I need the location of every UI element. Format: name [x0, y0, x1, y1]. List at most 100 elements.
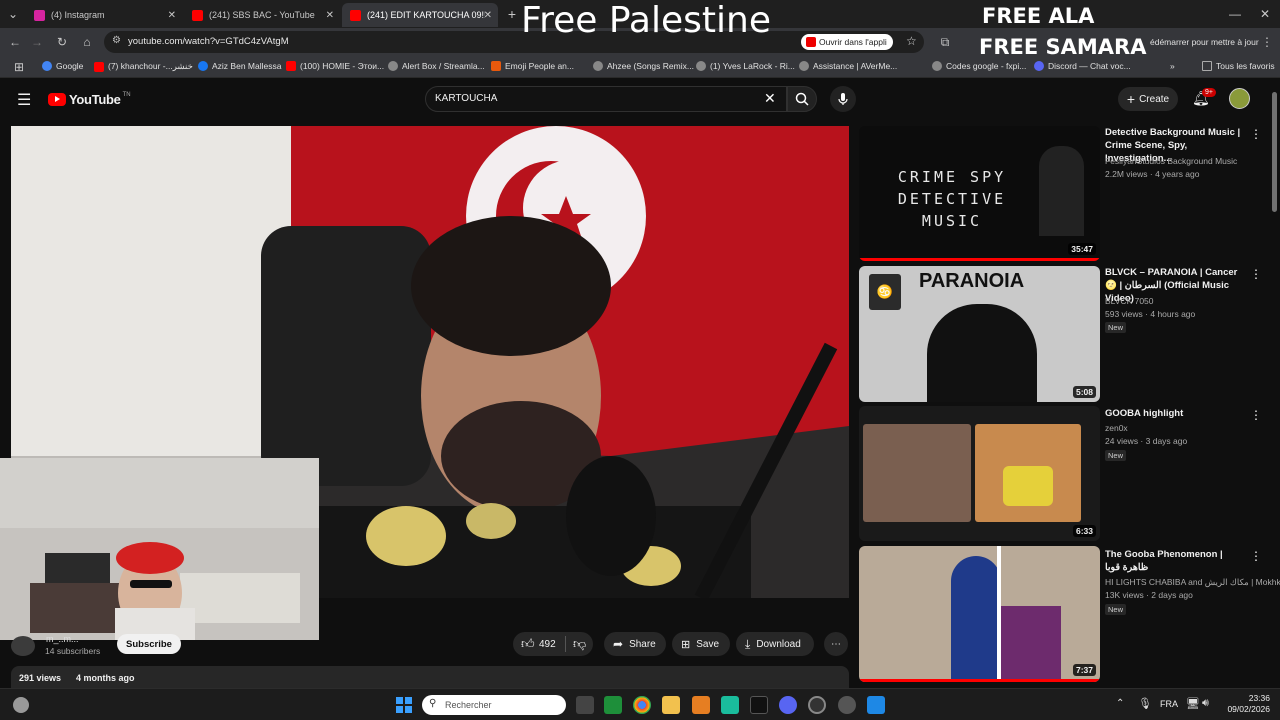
taskbar-search-input[interactable]: ⚲ Rechercher: [422, 695, 566, 715]
create-button[interactable]: + Create: [1118, 87, 1178, 111]
discord-icon: [1034, 61, 1044, 71]
more-options-icon[interactable]: ⋮: [1250, 267, 1262, 281]
voice-search-button[interactable]: [830, 86, 856, 112]
notification-badge: 9+: [1202, 88, 1216, 97]
capcut-icon[interactable]: [750, 696, 768, 714]
recommendation-channel[interactable]: zen0x: [1105, 423, 1128, 433]
recommendation-channel[interactable]: FesliyanStudios Background Music: [1105, 156, 1237, 166]
new-tab-icon[interactable]: +: [503, 5, 521, 23]
search-input[interactable]: KARTOUCHA ✕: [425, 86, 787, 112]
tab-sbs-bac[interactable]: (241) SBS BAC - YouTube ✕: [184, 3, 340, 27]
tab-search-icon[interactable]: ⌄: [4, 5, 22, 23]
windows-start-icon[interactable]: [396, 697, 412, 713]
app-icon[interactable]: [721, 696, 739, 714]
clock-date: 09/02/2026: [1227, 704, 1270, 714]
task-view-icon[interactable]: [576, 696, 594, 714]
bookmark-homie[interactable]: (100) HOMIE - Этои...: [286, 61, 384, 71]
recommendation-title[interactable]: The Gooba Phenomenon | ظاهرة قوبا: [1105, 548, 1245, 574]
bookmark-assistance[interactable]: Assistance | AVerMe...: [799, 61, 897, 71]
back-icon[interactable]: ←: [6, 33, 24, 51]
thumbnail[interactable]: ♋ PARANOIA 5:08: [859, 266, 1100, 402]
bookmark-aziz[interactable]: Aziz Ben Mallessa: [198, 61, 281, 71]
chrome-icon[interactable]: [633, 696, 651, 714]
widgets-icon[interactable]: [13, 697, 29, 713]
thumbnail[interactable]: 6:33: [859, 406, 1100, 541]
more-actions-button[interactable]: ⋯: [824, 632, 848, 656]
close-tab-icon[interactable]: ✕: [484, 10, 492, 21]
share-button[interactable]: ➦ Share: [604, 632, 666, 656]
address-bar[interactable]: ⚙ youtube.com/watch?v=GTdC4zVAtgM Ouvrir…: [104, 31, 924, 53]
reload-icon[interactable]: ↻: [53, 33, 71, 51]
recommendation-1[interactable]: CRIME SPY DETECTIVE MUSIC 35:47: [859, 126, 1100, 261]
thumbnail-figure: [951, 556, 1001, 682]
language-indicator[interactable]: FRA: [1160, 699, 1178, 709]
home-icon[interactable]: ⌂: [78, 33, 96, 51]
bookmark-yves[interactable]: (1) Yves LaRock - Ri...: [696, 61, 795, 71]
subscribe-button[interactable]: Subscribe: [117, 634, 181, 654]
file-explorer-icon[interactable]: [662, 696, 680, 714]
upload-age: 4 months ago: [76, 673, 135, 683]
youtube-logo[interactable]: YouTube TN: [48, 92, 131, 107]
recommendation-title[interactable]: GOOBA highlight: [1105, 407, 1245, 420]
more-options-icon[interactable]: ⋮: [1250, 408, 1262, 422]
network-icon[interactable]: 🖥︎: [1186, 697, 1200, 710]
recommendation-3[interactable]: 6:33: [859, 406, 1100, 541]
hamburger-menu-icon[interactable]: ☰: [17, 90, 31, 110]
clear-search-icon[interactable]: ✕: [764, 90, 776, 107]
recommendation-4[interactable]: 7:37: [859, 546, 1100, 682]
obs-icon[interactable]: [808, 696, 826, 714]
thumbnail[interactable]: 7:37: [859, 546, 1100, 682]
close-tab-icon[interactable]: ✕: [326, 10, 334, 21]
bookmark-google[interactable]: Google: [42, 61, 83, 71]
page-scrollbar[interactable]: [1272, 92, 1277, 212]
bookmark-all-favorites[interactable]: Tous les favoris: [1202, 61, 1275, 71]
chrome-menu-icon[interactable]: ⋮: [1258, 33, 1276, 51]
bookmark-emoji[interactable]: Emoji People an...: [491, 61, 574, 71]
site-info-icon[interactable]: ⚙: [112, 35, 121, 46]
forward-icon[interactable]: →: [28, 33, 46, 51]
bookmark-discord[interactable]: Discord — Chat voc...: [1034, 61, 1131, 71]
channel-avatar[interactable]: [11, 636, 35, 656]
bookmark-ahzee[interactable]: Ahzee (Songs Remix...: [593, 61, 694, 71]
update-chrome-text[interactable]: édémarrer pour mettre à jour: [1150, 37, 1259, 47]
channel-name[interactable]: m_..m...: [46, 634, 79, 644]
tab-instagram[interactable]: (4) Instagram ✕: [26, 3, 182, 27]
more-options-icon[interactable]: ⋮: [1250, 127, 1262, 141]
microphone-icon[interactable]: 🎙︎: [1138, 697, 1152, 710]
like-icon[interactable]: 👍︎: [521, 636, 535, 652]
discord-icon[interactable]: [779, 696, 797, 714]
download-button[interactable]: ⤓ Download: [736, 632, 814, 656]
more-options-icon[interactable]: ⋮: [1250, 549, 1262, 563]
system-tray-chevron-icon[interactable]: ⌃: [1116, 698, 1124, 709]
extensions-icon[interactable]: ⧉: [936, 33, 954, 51]
dislike-icon[interactable]: 👎︎: [573, 636, 586, 652]
settings-icon[interactable]: [838, 696, 856, 714]
thumbnail[interactable]: CRIME SPY DETECTIVE MUSIC 35:47: [859, 126, 1100, 261]
apps-grid-icon[interactable]: ⊞: [10, 58, 28, 76]
save-button[interactable]: ⊞ Save: [672, 632, 730, 656]
bookmark-alert-box[interactable]: Alert Box / Streamla...: [388, 61, 485, 71]
avatar[interactable]: [1229, 88, 1250, 109]
search-button[interactable]: [787, 86, 817, 112]
more-bookmarks-icon[interactable]: »: [1170, 61, 1175, 71]
recommendation-meta: 13K views · 2 days ago: [1105, 590, 1193, 600]
bookmark-codes[interactable]: Codes google - fxpi...: [932, 61, 1026, 71]
clock[interactable]: 23:36 09/02/2026: [1224, 693, 1270, 715]
bookmark-star-icon[interactable]: ☆: [906, 34, 917, 48]
open-in-app-button[interactable]: Ouvrir dans l'appli: [801, 34, 893, 50]
app-icon[interactable]: [692, 696, 710, 714]
like-count[interactable]: 492: [539, 639, 556, 650]
recommendation-channel[interactable]: BLVCK 7050: [1105, 296, 1154, 306]
bookmark-khanchour[interactable]: (7) khanchour -...خنشر: [94, 61, 193, 72]
app-icon[interactable]: [604, 696, 622, 714]
recommendation-2[interactable]: ♋ PARANOIA 5:08: [859, 266, 1100, 402]
close-tab-icon[interactable]: ✕: [168, 10, 176, 21]
close-window-icon[interactable]: ✕: [1256, 5, 1274, 23]
volume-icon[interactable]: 🔊︎: [1202, 697, 1209, 710]
watch-progress: [859, 258, 1100, 261]
photos-icon[interactable]: [867, 696, 885, 714]
minimize-icon[interactable]: —: [1226, 5, 1244, 23]
recommendation-channel[interactable]: HI LIGHTS CHABIBA and مكاك الريش | Mokhk…: [1105, 577, 1280, 588]
description-box[interactable]: 291 views 4 months ago: [11, 666, 849, 688]
tab-edit-kartoucha[interactable]: (241) EDIT KARTOUCHA 09!!!!! ✕: [342, 3, 498, 27]
